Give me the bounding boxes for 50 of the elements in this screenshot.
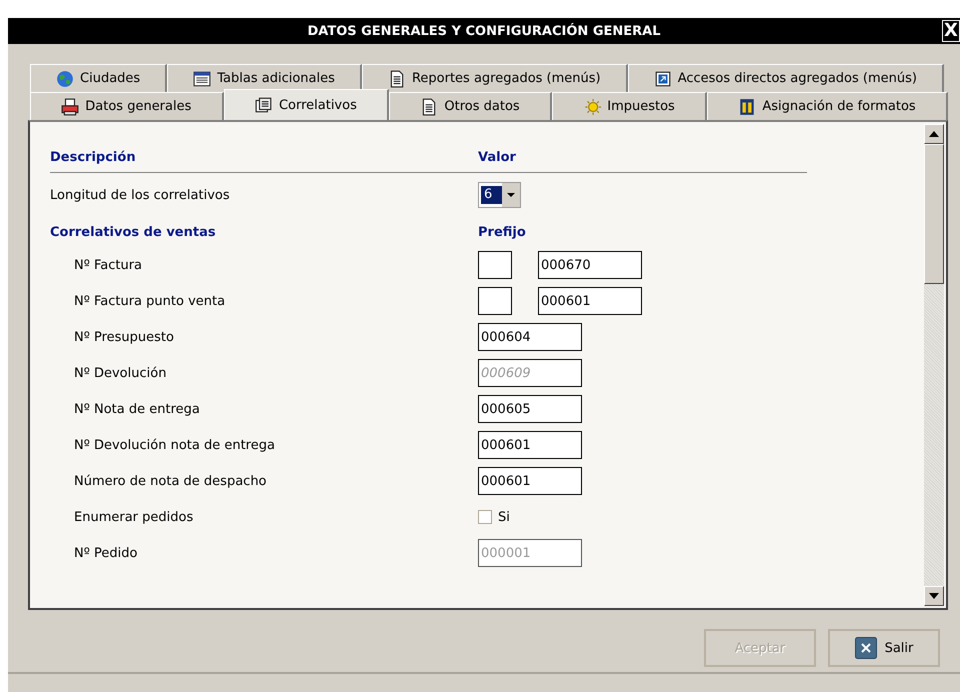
scrollbar[interactable] — [924, 124, 944, 606]
printer-icon — [61, 98, 80, 116]
field-label: Nº Factura — [73, 258, 144, 272]
prefix-field[interactable] — [478, 287, 512, 315]
column-heading: Valor — [478, 150, 516, 164]
column-heading: Prefijo — [478, 224, 526, 240]
window-title: DATOS GENERALES Y CONFIGURACIÓN GENERAL — [307, 24, 660, 38]
checkbox-label: Si — [498, 510, 510, 524]
down-arrow-icon — [929, 593, 939, 599]
shortcut-icon — [654, 70, 672, 88]
close-icon — [854, 637, 877, 659]
tab[interactable]: Asignación de formatos — [707, 92, 948, 120]
field-label: Longitud de los correlativos — [50, 188, 231, 202]
tab[interactable]: Accesos directos agregados (menús) — [628, 64, 944, 92]
exit-button[interactable]: Salir — [828, 629, 940, 667]
columns-icon — [738, 98, 756, 116]
tab[interactable]: Tablas adicionales — [167, 64, 362, 92]
tab[interactable]: Datos generales — [30, 92, 224, 120]
tab[interactable]: Ciudades — [30, 64, 168, 92]
field-label: Nº Presupuesto — [73, 330, 175, 344]
up-arrow-icon — [929, 131, 939, 137]
tab[interactable]: Impuestos — [552, 92, 708, 120]
field-label: Nº Devolución nota de entrega — [73, 438, 276, 452]
number-field[interactable]: 000601 — [538, 287, 642, 315]
field-label: Nº Devolución — [73, 366, 168, 380]
tab[interactable]: Reportes agregados (menús) — [362, 64, 628, 92]
number-field[interactable]: 000609 — [478, 359, 582, 387]
number-field[interactable]: 000604 — [478, 323, 582, 351]
field-label: Enumerar pedidos — [73, 510, 194, 524]
prefix-field[interactable] — [478, 251, 512, 279]
field-label: Nº Factura punto venta — [73, 294, 226, 308]
table-icon — [193, 70, 212, 88]
globe-icon — [56, 70, 74, 88]
tab[interactable]: Otros datos — [389, 92, 552, 120]
column-heading: Descripción — [50, 150, 137, 164]
field-label: Número de nota de despacho — [73, 474, 268, 488]
field-label: Nº Pedido — [73, 546, 138, 560]
number-field[interactable]: 000601 — [478, 431, 582, 459]
caret-icon — [502, 183, 520, 207]
number-field[interactable]: 000670 — [538, 251, 642, 279]
checkbox[interactable] — [478, 510, 492, 524]
number-field[interactable]: 000605 — [478, 395, 582, 423]
tab[interactable]: Correlativos — [224, 89, 390, 120]
papers-icon — [254, 96, 273, 114]
close-button[interactable]: X — [942, 20, 960, 42]
section-heading: Correlativos de ventas — [50, 224, 217, 240]
length-dropdown[interactable]: 6 — [478, 182, 522, 208]
field-label: Nº Nota de entrega — [73, 402, 201, 416]
number-field[interactable]: 000601 — [478, 467, 582, 495]
sun-icon — [583, 98, 602, 116]
